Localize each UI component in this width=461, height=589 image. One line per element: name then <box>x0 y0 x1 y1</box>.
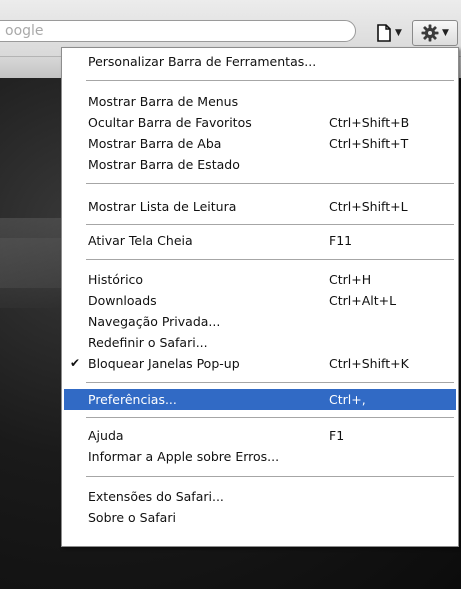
menu-separator <box>86 259 454 260</box>
menu-item-hide-favorites-bar[interactable]: Ocultar Barra de Favoritos Ctrl+Shift+B <box>64 112 456 133</box>
menu-separator <box>86 476 454 477</box>
chevron-down-icon: ▼ <box>442 27 449 38</box>
menu-separator <box>86 80 454 81</box>
settings-button[interactable]: ▼ <box>412 20 458 46</box>
menu-separator <box>86 224 454 225</box>
gear-icon <box>421 24 439 42</box>
menu-item-about-safari[interactable]: Sobre o Safari <box>64 507 456 528</box>
menu-item-help[interactable]: Ajuda F1 <box>64 425 456 446</box>
menu-item-report-bugs[interactable]: Informar a Apple sobre Erros... <box>64 446 456 467</box>
menu-item-block-popups[interactable]: ✔ Bloquear Janelas Pop-up Ctrl+Shift+K <box>64 353 456 374</box>
chevron-down-icon: ▼ <box>395 27 402 38</box>
menu-separator <box>86 183 454 184</box>
content-highlight <box>0 218 70 308</box>
menu-item-preferences[interactable]: Preferências... Ctrl+, <box>64 389 456 410</box>
menu-separator <box>86 382 454 383</box>
menu-item-show-menu-bar[interactable]: Mostrar Barra de Menus <box>64 91 456 112</box>
page-menu-icon <box>377 24 391 42</box>
menu-item-full-screen[interactable]: Ativar Tela Cheia F11 <box>64 230 456 251</box>
menu-item-customize-toolbar[interactable]: Personalizar Barra de Ferramentas... <box>64 51 456 72</box>
menu-item-safari-extensions[interactable]: Extensões do Safari... <box>64 486 456 507</box>
menu-item-show-tab-bar[interactable]: Mostrar Barra de Aba Ctrl+Shift+T <box>64 133 456 154</box>
menu-item-downloads[interactable]: Downloads Ctrl+Alt+L <box>64 290 456 311</box>
search-field[interactable]: oogle <box>0 20 356 42</box>
menu-item-private-browsing[interactable]: Navegação Privada... <box>64 311 456 332</box>
menu-item-reset-safari[interactable]: Redefinir o Safari... <box>64 332 456 353</box>
settings-menu: Personalizar Barra de Ferramentas... Mos… <box>61 47 459 547</box>
menu-item-history[interactable]: Histórico Ctrl+H <box>64 269 456 290</box>
checkmark-icon: ✔ <box>70 356 81 370</box>
menu-separator <box>86 417 454 418</box>
menu-item-show-status-bar[interactable]: Mostrar Barra de Estado <box>64 154 456 175</box>
menu-item-show-reading-list[interactable]: Mostrar Lista de Leitura Ctrl+Shift+L <box>64 196 456 217</box>
page-menu-button[interactable]: ▼ <box>368 20 410 46</box>
